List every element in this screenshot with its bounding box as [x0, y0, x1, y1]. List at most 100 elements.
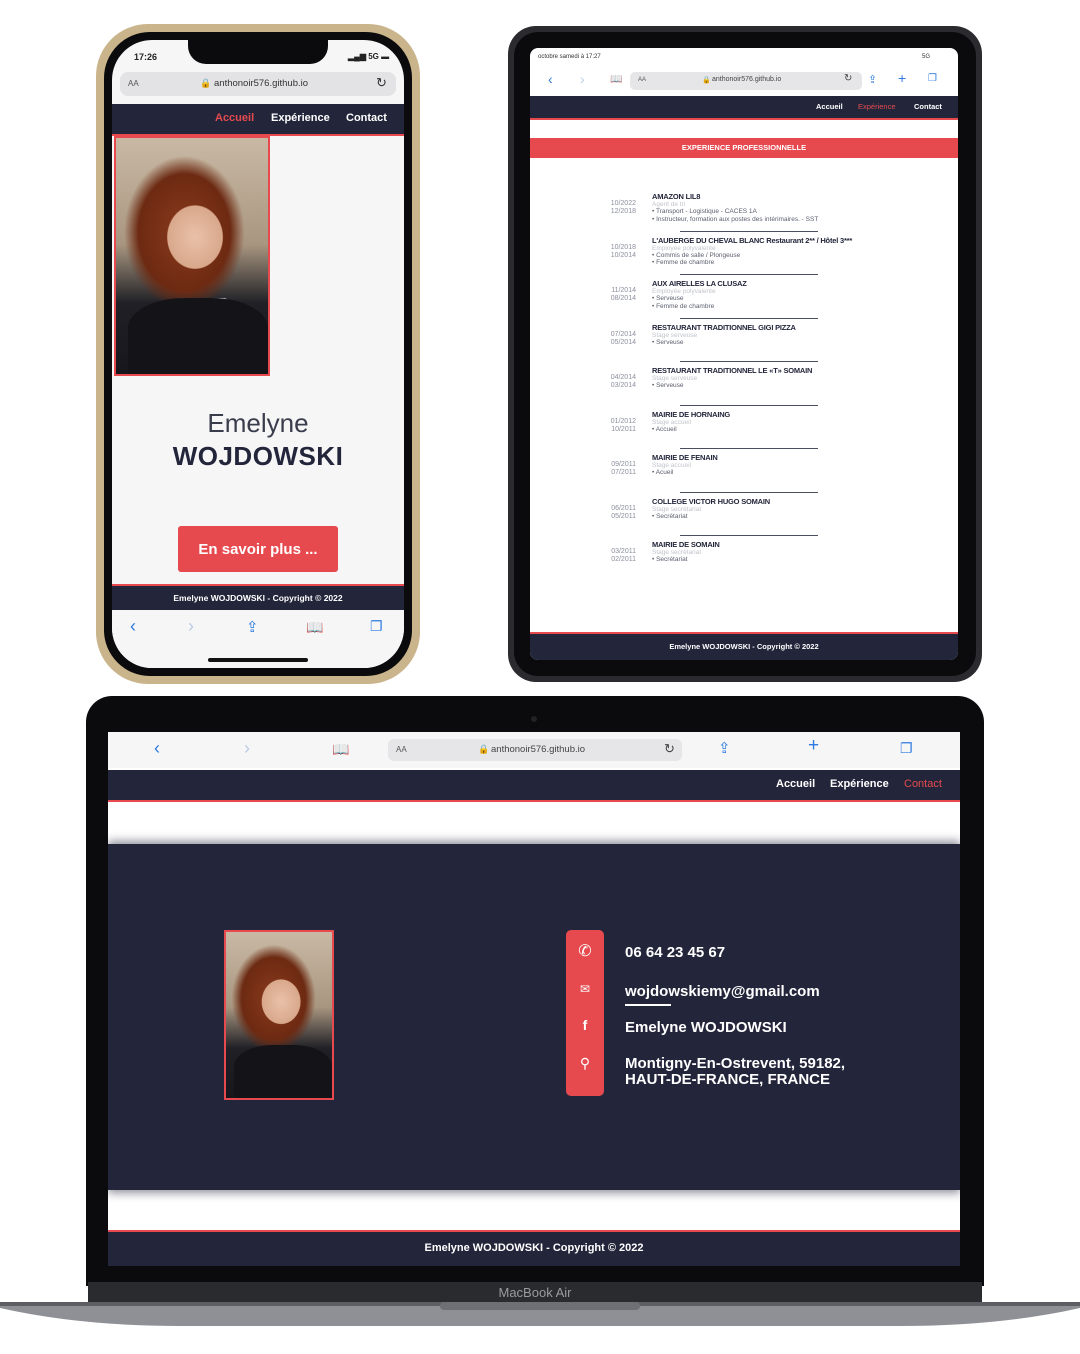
nav-contact[interactable]: Contact — [914, 102, 942, 111]
experience-bullet: • Serveuse — [652, 338, 684, 346]
text-size-button[interactable]: AA — [638, 77, 646, 83]
experience-bullet: • Instructeur, formation aux postes des … — [652, 215, 819, 223]
experience-role: Stage secrétariat — [652, 549, 702, 556]
tabs-icon[interactable]: ❐ — [370, 618, 383, 635]
experience-dates: 04/2014 03/2014 — [570, 374, 636, 390]
share-icon[interactable]: ⇪ — [246, 618, 259, 636]
contact-email[interactable]: wojdowskiemy@gmail.com — [625, 983, 820, 1000]
experience-title: AUX AIRELLES LA CLUSAZ — [652, 279, 747, 288]
reload-icon[interactable]: ↻ — [844, 73, 852, 84]
lock-icon: 🔒 — [200, 78, 212, 88]
browser-toolbar: ‹ › 📖 AA 🔒 anthonoir576.github.io ↻ ⇪ + … — [530, 68, 958, 94]
experience-title: MAIRIE DE HORNAING — [652, 409, 731, 419]
experience-bullet: • Acueil — [652, 469, 674, 476]
experience-role: Stage accueil — [652, 462, 692, 469]
camera-icon — [531, 716, 537, 722]
laptop-chin — [86, 1266, 984, 1282]
status-time: 17:26 — [134, 52, 158, 62]
experience-item: 09/2011 07/2011 MAIRIE DE FENAIN Stage accu… — [530, 453, 958, 497]
footer-copyright: Emelyne WOJDOWSKI - Copyright © 2022 — [173, 593, 343, 603]
new-tab-icon[interactable]: + — [898, 70, 906, 86]
experience-bullet: • Femme de chambre — [652, 302, 715, 310]
experience-item: 01/2012 10/2011 MAIRIE DE HORNAING Stage ac… — [530, 410, 958, 454]
learn-more-button[interactable]: En savoir plus ... — [178, 526, 338, 572]
experience-dates: 10/2022 12/2018 — [570, 200, 636, 216]
experience-bullet: • Serveuse — [652, 382, 684, 389]
nav-contact[interactable]: Contact — [346, 112, 387, 124]
experience-date-start: 10/2011 — [611, 425, 636, 433]
address-bar[interactable]: AA 🔒 anthonoir576.github.io ↻ — [120, 72, 396, 96]
section-header: EXPERIENCE PROFESSIONNELLE — [530, 138, 958, 158]
nav-experience[interactable]: Expérience — [830, 778, 889, 790]
bookmarks-icon[interactable]: 📖 — [610, 74, 622, 85]
experience-title: COLLEGE VICTOR HUGO SOMAIN — [652, 496, 771, 506]
browser-toolbar: ‹ › 📖 AA 🔒 anthonoir576.github.io ↻ ⇪ + … — [108, 732, 960, 768]
experience-item: 04/2014 03/2014 RESTAURANT TRADITIONNEL LE… — [530, 366, 958, 410]
text-size-button[interactable]: AA — [128, 79, 139, 88]
reload-icon[interactable]: ↻ — [664, 741, 675, 757]
contact-address-line2: HAUT-DE-FRANCE, FRANCE — [625, 1071, 830, 1088]
nav-experience[interactable]: Expérience — [271, 112, 330, 124]
experience-dates: 10/2018 10/2014 — [570, 244, 636, 260]
address-bar[interactable]: AA 🔒 anthonoir576.github.io ↻ — [630, 72, 862, 90]
experience-date-end: 04/2014 — [610, 374, 636, 381]
back-icon[interactable]: ‹ — [548, 71, 553, 87]
experience-separator — [680, 361, 818, 362]
nav-accueil[interactable]: Accueil — [816, 102, 843, 111]
experience-date-start: 07/2011 — [611, 469, 636, 476]
experience-date-end: 03/2011 — [611, 548, 636, 555]
site-footer: Emelyne WOJDOWSKI - Copyright © 2022 — [108, 1232, 960, 1266]
status-signal: 5G — [922, 54, 931, 60]
forward-icon[interactable]: › — [244, 738, 250, 759]
experience-role: Stage serveuse — [652, 375, 698, 382]
site-navbar: Accueil Expérience Contact — [112, 104, 404, 134]
back-icon[interactable]: ‹ — [130, 616, 136, 637]
facebook-icon: f — [582, 1017, 588, 1033]
site-navbar: Accueil Expérience Contact — [108, 770, 960, 800]
first-name: Emelyne — [207, 408, 309, 438]
experience-title: RESTAURANT TRADITIONNEL GIGI PIZZA — [652, 322, 796, 332]
share-icon[interactable]: ⇪ — [718, 739, 731, 757]
experience-date-end: 06/2011 — [611, 504, 636, 512]
experience-separator — [680, 317, 818, 319]
site-navbar: Accueil Expérience Contact — [530, 96, 958, 118]
tabs-icon[interactable]: ❐ — [928, 73, 937, 84]
share-icon[interactable]: ⇪ — [868, 73, 877, 86]
experience-item: 10/2022 12/2018 AMAZON LIL8 Agent de tri • T… — [530, 192, 958, 236]
experience-dates: 01/2012 10/2011 — [570, 418, 636, 434]
bookmarks-icon[interactable]: 📖 — [306, 619, 323, 636]
experience-title: MAIRIE DE FENAIN — [652, 453, 718, 462]
forward-icon[interactable]: › — [188, 616, 194, 637]
bookmarks-icon[interactable]: 📖 — [332, 741, 349, 758]
nav-accueil[interactable]: Accueil — [215, 112, 254, 124]
contact-icon-bar: ✆ ✉ f ⚲ — [566, 930, 604, 1096]
laptop-base — [0, 1302, 1080, 1326]
experience-role: Employée polyvalente — [652, 244, 716, 252]
lock-icon: 🔒 — [702, 77, 711, 84]
forward-icon[interactable]: › — [580, 71, 585, 87]
experience-date-end: 10/2022 — [610, 200, 636, 207]
contact-phone[interactable]: 06 64 23 45 67 — [625, 944, 725, 961]
experience-dates: 09/2011 07/2011 — [570, 461, 636, 477]
reload-icon[interactable]: ↻ — [376, 75, 387, 91]
nav-contact[interactable]: Contact — [904, 778, 942, 790]
text-size-button[interactable]: AA — [396, 745, 407, 754]
experience-bullet: • Commis de salle / Plongeuse — [652, 251, 741, 259]
nav-accueil[interactable]: Accueil — [776, 778, 815, 790]
new-tab-icon[interactable]: + — [808, 735, 819, 757]
experience-role: Agent de tri — [652, 201, 686, 208]
nav-experience[interactable]: Expérience — [858, 102, 896, 111]
experience-role: Stage secrétariat — [652, 505, 702, 513]
experience-item: 07/2014 05/2014 RESTAURANT TRADITIONNEL GI… — [530, 323, 958, 367]
tabs-icon[interactable]: ❐ — [900, 740, 913, 757]
experience-separator — [680, 404, 818, 406]
profile-photo — [224, 930, 334, 1100]
experience-date-start: 05/2014 — [610, 338, 636, 346]
status-signal: ▂▄▆ 5G ▬ — [348, 52, 390, 61]
address-bar[interactable]: AA 🔒 anthonoir576.github.io ↻ — [388, 739, 682, 761]
experience-title: MAIRIE DE SOMAIN — [652, 540, 720, 549]
contact-facebook[interactable]: Emelyne WOJDOWSKI — [625, 1019, 787, 1036]
laptop-screen: ‹ › 📖 AA 🔒 anthonoir576.github.io ↻ ⇪ + … — [108, 732, 960, 1266]
lock-icon: 🔒 — [478, 744, 490, 754]
back-icon[interactable]: ‹ — [154, 738, 160, 759]
